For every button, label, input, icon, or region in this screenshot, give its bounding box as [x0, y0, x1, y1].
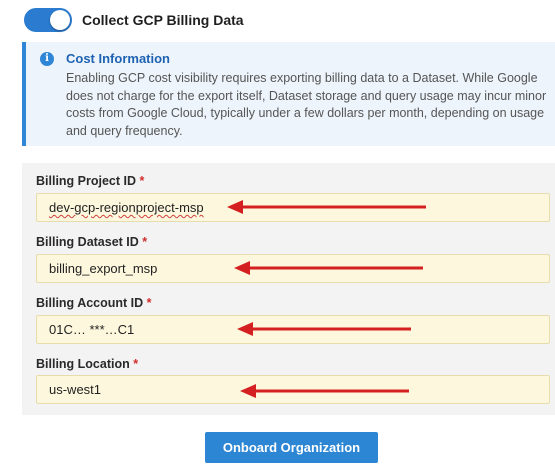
billing-account-id-label: Billing Account ID * [36, 296, 152, 310]
toggle-label: Collect GCP Billing Data [82, 12, 244, 28]
billing-location-label: Billing Location * [36, 357, 139, 371]
callout-body: Enabling GCP cost visibility requires ex… [66, 71, 547, 138]
arrow-annotation-icon [237, 322, 411, 336]
billing-dataset-id-label: Billing Dataset ID * [36, 235, 148, 249]
cost-info-callout: i Cost Information Enabling GCP cost vis… [22, 42, 555, 146]
onboard-organization-button[interactable]: Onboard Organization [205, 432, 378, 463]
billing-form: Billing Project ID * dev-gcp-regionproje… [22, 163, 555, 415]
toggle-knob [50, 10, 70, 30]
info-icon: i [40, 52, 54, 66]
arrow-annotation-icon [240, 384, 409, 398]
arrow-annotation-icon [234, 261, 423, 275]
arrow-annotation-icon [227, 200, 426, 214]
callout-title: Cost Information [66, 51, 170, 66]
collect-billing-toggle-row: Collect GCP Billing Data [24, 8, 244, 32]
billing-project-id-label: Billing Project ID * [36, 174, 145, 188]
collect-billing-toggle[interactable] [24, 8, 72, 32]
